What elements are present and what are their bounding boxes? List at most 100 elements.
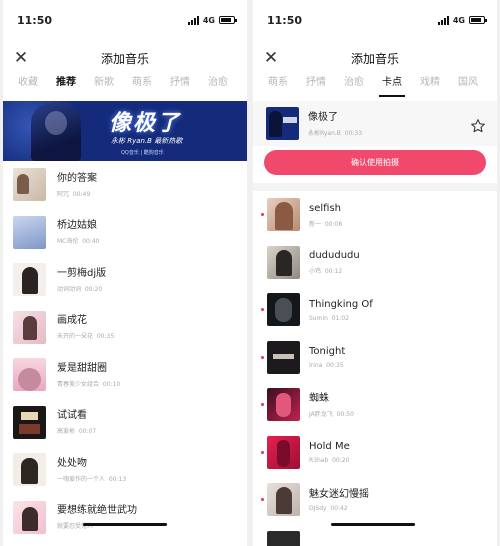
song-title: 像极了 [308,111,338,123]
new-dot [261,498,264,502]
left-screen: 11:50 4G ✕ 添加音乐 收藏 推荐 新歌 萌系 抒情 治愈 像极了 永彬… [3,0,247,546]
list-item[interactable]: 画成花未开的一朵花 00:35 [3,304,247,352]
tab-beat[interactable]: 卡点 [373,76,411,97]
signal-icon [437,15,449,25]
album-cover [267,530,300,546]
song-duration: 00:35 [96,333,115,341]
list-item[interactable]: 要想练就绝世武功 就要忍受常人 [3,494,247,542]
song-title: 一剪梅dj版 [57,267,107,279]
home-indicator[interactable] [331,523,415,526]
list-item[interactable]: 一剪梅dj版 动词动词 00:20 [3,256,247,304]
song-title: 爱是甜甜圈 [57,362,107,374]
album-cover [267,293,300,327]
tab-recommend[interactable]: 推荐 [47,76,85,90]
song-title: dudududu [309,250,360,262]
album-cover [13,358,46,392]
status-bar: 11:50 4G [3,0,247,40]
song-duration: 01:02 [331,314,350,322]
new-dot [261,450,264,454]
song-list: selfish 新一 00:08 dudududu 小鸡 00:12 Thingki… [253,191,497,546]
home-indicator[interactable] [83,523,167,526]
song-artist: JA胖龙飞 [309,410,333,418]
list-item[interactable]: 蜘蛛 JA胖龙飞 00:50 [253,381,497,429]
song-artist: MC海伦 [57,238,79,246]
song-title: 你的答案 [57,172,97,184]
song-title: selfish [309,202,341,214]
list-item[interactable]: Hold Me R3hab 00:20 [253,429,497,477]
album-cover [266,107,299,140]
list-item[interactable]: selfish 新一 00:08 [253,191,497,239]
list-item[interactable]: Tonight Irina 00:35 [253,334,497,382]
song-title: Hold Me [309,441,350,453]
list-item[interactable]: dudududu 小鸡 00:12 [253,239,497,287]
song-duration: 00:33 [344,129,363,137]
song-artist: 动词动词 [57,285,82,293]
song-title: Tonight [309,346,346,358]
list-item[interactable] [253,524,497,546]
artist-photo [31,103,81,161]
album-cover [13,500,46,534]
tab-lyrical[interactable]: 抒情 [161,76,199,90]
new-dot [261,308,264,312]
song-title: 要想练就绝世武功 [57,505,137,517]
song-duration: 00:10 [102,380,121,388]
signal-icon [187,15,199,25]
category-tabs: 收藏 推荐 新歌 萌系 抒情 治愈 [3,76,247,100]
battery-icon [219,16,237,24]
list-item[interactable]: 试试看 高爱彬 00:07 [3,399,247,447]
network-label: 4G [202,15,215,25]
song-duration: 00:49 [72,190,91,198]
song-duration: 00:35 [326,362,344,370]
list-item[interactable]: 处处吻 一嗨爱作的一个人 00:13 [3,446,247,494]
list-item[interactable]: Thingking Of Sumin 01:02 [253,286,497,334]
new-dot [261,403,264,407]
tab-cute[interactable]: 萌系 [123,76,161,90]
song-artist: 永彬Ryan.B [308,129,341,137]
close-icon[interactable]: ✕ [261,48,281,68]
promo-banner[interactable]: 像极了 永彬 Ryan.B 最新热歌 QQ音乐 | 酷狗音乐 [3,101,247,161]
list-item[interactable]: 桥边姑娘 MC海伦 00:40 [3,209,247,257]
album-cover [267,388,300,422]
header: ✕ 添加音乐 [253,40,497,76]
banner-subtitle: 永彬 Ryan.B 最新热歌 [111,137,183,145]
song-artist: 未开的一朵花 [57,333,94,341]
song-artist: 小鸡 [309,268,322,276]
song-title: 魅女迷幻慢摇 [309,488,369,500]
list-item[interactable]: 爱是甜甜圈青春美少女组合 00:10 [3,351,247,399]
confirm-button[interactable]: 确认使用拍摄 [264,150,486,175]
list-item[interactable]: 魅女迷幻慢摇 DJSdy 00:42 [253,476,497,524]
star-icon[interactable] [470,118,486,134]
song-title: 蜘蛛 [309,392,329,404]
song-duration: 00:50 [336,410,354,418]
album-cover [13,310,46,344]
tab-drama[interactable]: 戏精 [411,76,449,90]
selected-song[interactable]: 像极了永彬Ryan.B 00:33 [253,101,497,146]
song-title: Thingking Of [309,298,373,310]
banner-platforms: QQ音乐 | 酷狗音乐 [121,150,164,156]
song-artist: 青春美少女组合 [57,380,100,388]
album-cover [267,245,300,279]
battery-icon [469,16,487,24]
album-cover [267,198,300,232]
song-artist: R3hab [309,457,329,465]
album-cover [267,435,300,469]
tab-lyrical[interactable]: 抒情 [297,76,335,90]
close-icon[interactable]: ✕ [11,48,31,68]
new-dot [261,213,264,217]
status-time: 11:50 [17,13,53,27]
page-title: 添加音乐 [100,51,149,66]
song-artist: 一嗨爱作的一个人 [57,475,106,483]
song-title: 画成花 [57,315,87,327]
tab-healing[interactable]: 治愈 [199,76,237,90]
network-label: 4G [452,15,465,25]
tab-new-songs[interactable]: 新歌 [85,76,123,90]
song-artist: 高爱彬 [57,428,76,436]
album-cover [13,453,46,487]
song-duration: 00:42 [330,504,348,512]
tab-chinese-style[interactable]: 国风 [449,76,487,90]
tab-favorites[interactable]: 收藏 [9,76,47,90]
tab-cute[interactable]: 萌系 [259,76,297,90]
album-cover [13,168,46,202]
list-item[interactable]: 你的答案 阿冗 00:49 [3,161,247,209]
tab-healing[interactable]: 治愈 [335,76,373,90]
